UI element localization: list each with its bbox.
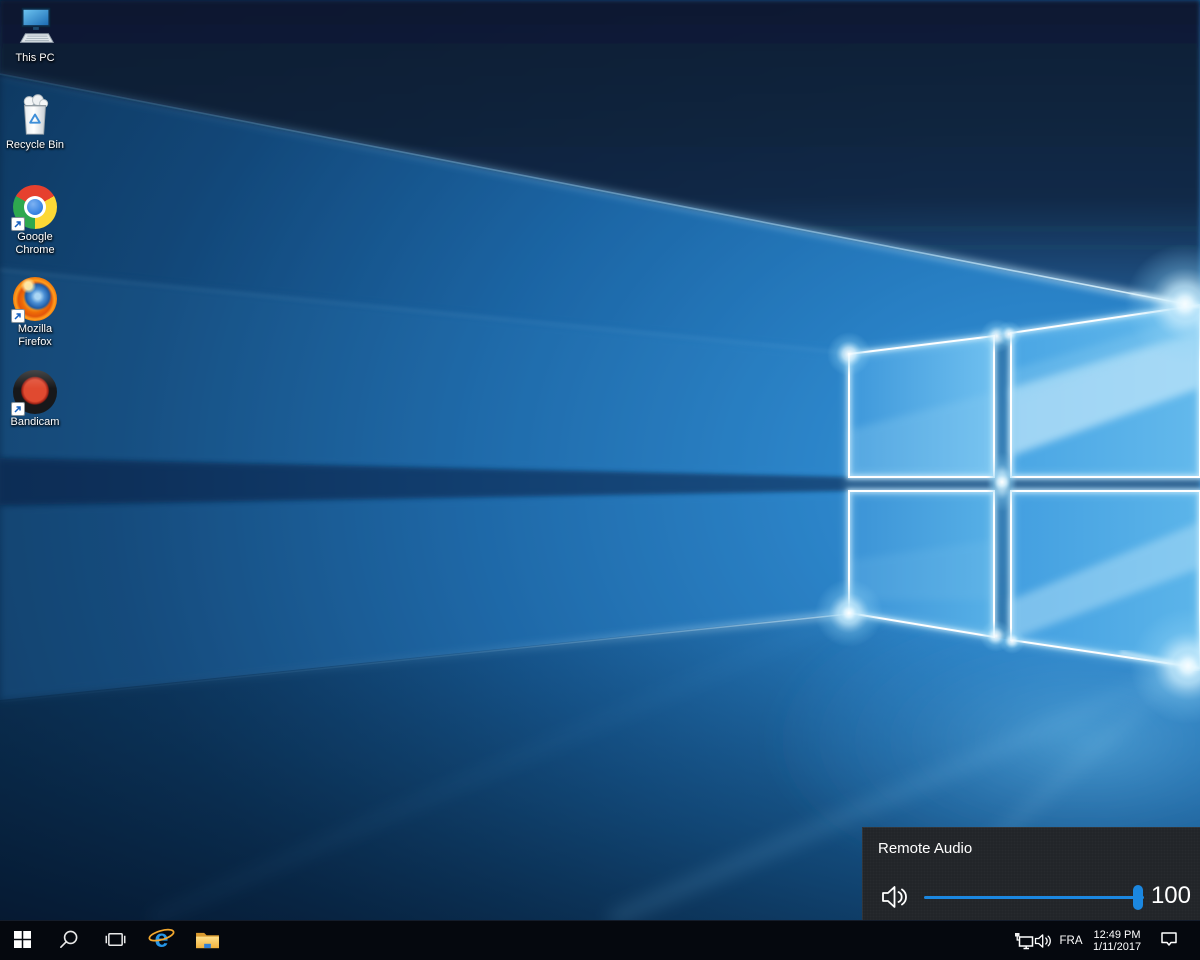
desktop-icon-google-chrome[interactable]: Google Chrome [3,184,67,257]
this-pc-icon [12,5,58,51]
desktop-icon-this-pc[interactable]: This PC [3,5,67,65]
mozilla-firefox-icon [12,276,58,322]
volume-flyout: Remote Audio 100 [862,827,1200,920]
desktop-icon-label: Mozilla Firefox [3,323,67,349]
task-view-icon [104,930,127,952]
bandicam-icon [12,369,58,415]
desktop-icon-label: Google Chrome [3,231,67,257]
file-explorer-folder-icon [195,929,220,953]
recycle-bin-icon [12,92,58,138]
file-explorer-button[interactable] [184,921,230,960]
language-indicator[interactable]: FRA [1056,921,1086,960]
search-button[interactable] [45,921,92,960]
audio-device-name: Remote Audio [878,840,972,857]
desktop-icon-label: This PC [3,52,67,65]
internet-explorer-button[interactable]: e [138,921,184,960]
volume-value: 100 [1139,882,1191,910]
speaker-icon[interactable] [881,884,911,910]
windows-desktop: This PC Recycle Bin [0,0,1200,960]
windows-logo-icon [14,931,31,951]
volume-tray-icon[interactable] [1032,921,1056,960]
taskbar-clock[interactable]: 12:49 PM 1/11/2017 [1086,921,1148,960]
taskbar: e [0,920,1200,960]
desktop-icon-mozilla-firefox[interactable]: Mozilla Firefox [3,276,67,349]
shortcut-arrow-icon [11,217,25,231]
google-chrome-icon [12,184,58,230]
desktop-icon-recycle-bin[interactable]: Recycle Bin [3,92,67,152]
clock-date: 1/11/2017 [1093,941,1141,953]
internet-explorer-icon: e [148,926,175,956]
search-icon [58,929,79,953]
desktop-icon-label: Bandicam [3,416,67,429]
start-button[interactable] [0,921,45,960]
clock-time: 12:49 PM [1093,929,1140,941]
desktop-icon-label: Recycle Bin [3,139,67,152]
volume-slider-track[interactable] [924,896,1144,899]
action-center-button[interactable] [1152,921,1186,960]
shortcut-arrow-icon [11,402,25,416]
shortcut-arrow-icon [11,309,25,323]
desktop-icon-bandicam[interactable]: Bandicam [3,369,67,429]
task-view-button[interactable] [92,921,138,960]
wallpaper-windows-hero [0,0,1200,920]
action-center-icon [1160,931,1178,952]
